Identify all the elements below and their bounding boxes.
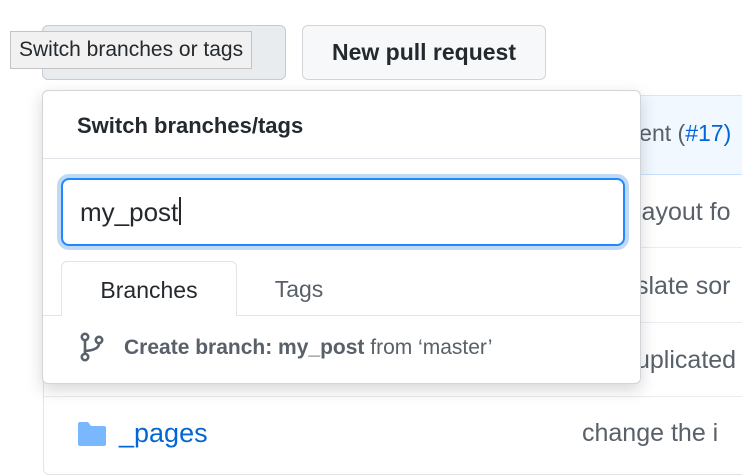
file-row-commit-message: layout fo [636,198,731,226]
file-row-commit-message: slate sor [636,272,731,300]
file-row-commit-message: uplicated [636,346,737,374]
commit-pr-link[interactable]: #17 [685,120,723,146]
create-branch-label[interactable]: Create branch: my_post from ‘master’ [124,336,492,360]
branch-filter-input[interactable]: my_post [61,178,625,246]
branch-dropdown: Switch branches/tags my_post Branches Ta… [42,90,641,384]
tab-tags[interactable]: Tags [237,261,361,316]
row-divider [44,396,742,397]
dropdown-title: Switch branches/tags [43,91,640,159]
branch-tooltip: Switch branches or tags [10,31,253,69]
git-branch-icon [79,332,105,367]
folder-commit-message[interactable]: change the i [582,419,718,448]
new-branch-name: my_post [278,336,365,359]
tab-branches[interactable]: Branches [61,261,237,316]
text-caret [179,197,182,225]
folder-icon [76,420,108,453]
new-pull-request-button[interactable]: New pull request [302,25,546,80]
folder-link-pages[interactable]: _pages [119,418,208,449]
